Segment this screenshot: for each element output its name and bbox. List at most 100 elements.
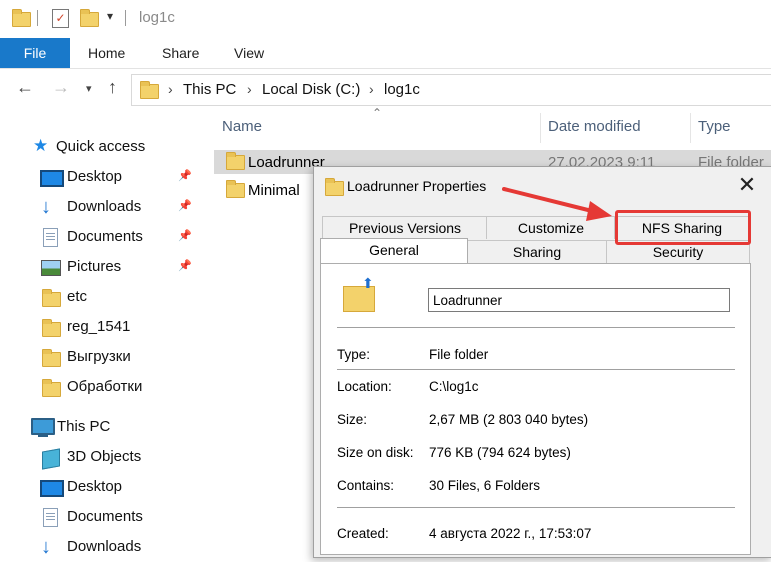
prop-value-contains: 30 Files, 6 Folders [429,478,541,493]
column-separator[interactable] [540,113,541,143]
nav-item-obrabotki[interactable]: Обработки [0,372,198,402]
properties-icon[interactable]: ✓ [52,9,69,28]
nav-label: Выгрузки [67,348,131,365]
folder-icon [226,180,245,198]
pin-icon: 📌 [178,200,192,212]
window-title: log1c [139,9,175,26]
address-bar[interactable]: › This PC › Local Disk (C:) › log1c [131,74,771,106]
customize-quick-access-icon[interactable]: ▾ [107,9,113,23]
nav-label: Desktop [67,478,123,495]
nav-quick-access[interactable]: ★ Quick access [0,132,198,162]
nav-item-desktop[interactable]: Desktop 📌 [0,162,198,192]
nav-label: Pictures [67,258,122,275]
separator [125,10,126,26]
star-icon: ★ [33,136,49,155]
prop-label-contains: Contains: [337,478,395,493]
chevron-right-icon[interactable]: › [168,81,173,97]
close-icon[interactable]: ✕ [734,173,760,199]
3d-objects-icon [42,448,60,470]
tab-file[interactable]: File [0,38,70,68]
folder-icon [12,9,31,27]
documents-icon [43,508,58,527]
shared-arrow-icon: ⬆ [362,275,374,291]
navigation-bar: ← → ▾ ↑ › This PC › Local Disk (C:) › lo… [0,69,771,109]
tab-share[interactable]: Share [162,38,199,68]
navigation-pane: ★ Quick access Desktop 📌 ↓ Downloads 📌 D… [0,110,198,557]
large-folder-icon: ⬆ [343,275,375,312]
prop-label-created: Created: [337,526,389,541]
nav-label: Documents [67,508,143,525]
file-name: Minimal [248,182,300,199]
downloads-icon: ↓ [41,536,51,558]
folder-icon [42,289,61,307]
chevron-right-icon[interactable]: › [369,81,374,97]
forward-arrow-icon[interactable]: → [52,77,70,98]
nav-label: Downloads [67,538,142,555]
annotation-arrow-icon [502,187,612,221]
nav-label: Desktop [67,168,123,185]
nav-label: Обработки [67,378,143,395]
tab-home[interactable]: Home [88,38,125,68]
prop-value-size: 2,67 MB (2 803 040 bytes) [429,412,589,427]
nav-label: Documents [67,228,143,245]
nav-label: Quick access [56,138,146,155]
breadcrumb-local-disk[interactable]: Local Disk (C:) [262,81,360,98]
nav-label: This PC [57,418,111,435]
prop-label-type: Type: [337,347,371,362]
column-header-type[interactable]: Type [698,118,731,135]
nav-item-vygruzki[interactable]: Выгрузки [0,342,198,372]
recent-locations-icon[interactable]: ▾ [86,82,92,95]
nav-item-pictures[interactable]: Pictures 📌 [0,252,198,282]
prop-label-size: Size: [337,412,368,427]
tab-sharing[interactable]: Sharing [466,240,608,263]
divider [337,327,735,328]
column-header-date-modified[interactable]: Date modified [548,118,641,135]
highlight-box [615,210,751,245]
folder-icon [42,349,61,367]
nav-item-pc-documents[interactable]: Documents [0,502,198,532]
prop-value-size-on-disk: 776 KB (794 624 bytes) [429,445,571,460]
desktop-icon [40,170,64,187]
breadcrumb-this-pc[interactable]: This PC [183,81,236,98]
breadcrumb-log1c[interactable]: log1c [384,81,420,98]
prop-value-location: C:\log1c [429,379,479,394]
nav-this-pc[interactable]: This PC [0,412,198,442]
nav-item-documents[interactable]: Documents 📌 [0,222,198,252]
folder-icon [42,379,61,397]
nav-item-pc-downloads[interactable]: ↓ Downloads [0,532,198,562]
nav-item-reg-1541[interactable]: reg_1541 [0,312,198,342]
back-arrow-icon[interactable]: ← [16,77,34,98]
dialog-title: Loadrunner Properties [347,178,487,194]
folder-icon [226,152,245,170]
tab-general[interactable]: General [320,238,468,263]
nav-item-etc[interactable]: etc [0,282,198,312]
pin-icon: 📌 [178,230,192,242]
prop-label-size-on-disk: Size on disk: [337,445,414,460]
column-separator[interactable] [690,113,691,143]
nav-item-downloads[interactable]: ↓ Downloads 📌 [0,192,198,222]
pin-icon: 📌 [178,170,192,182]
tab-previous-versions[interactable]: Previous Versions [322,216,488,239]
pin-icon: 📌 [178,260,192,272]
column-header-name[interactable]: Name [222,118,262,135]
chevron-right-icon[interactable]: › [247,81,252,97]
folder-name-field[interactable] [428,288,730,312]
sort-ascending-icon: ⌃ [372,106,383,120]
divider [337,507,735,508]
nav-item-3d-objects[interactable]: 3D Objects [0,442,198,472]
desktop-icon [40,480,64,497]
nav-item-pc-desktop[interactable]: Desktop [0,472,198,502]
prop-label-location: Location: [337,379,392,394]
folder-icon [140,81,159,99]
tab-view[interactable]: View [234,38,264,68]
general-tab-page: ⬆ Type: File folder Location: C:\log1c S… [320,263,751,555]
prop-value-created: 4 августа 2022 г., 17:53:07 [429,526,592,541]
divider [337,369,735,370]
downloads-icon: ↓ [41,196,51,218]
up-arrow-icon[interactable]: ↑ [108,77,117,98]
nav-label: etc [67,288,88,305]
pictures-icon [41,260,61,276]
folder-icon [42,319,61,337]
new-folder-icon[interactable] [80,9,99,27]
title-bar: ✓ ▾ log1c [0,0,771,38]
